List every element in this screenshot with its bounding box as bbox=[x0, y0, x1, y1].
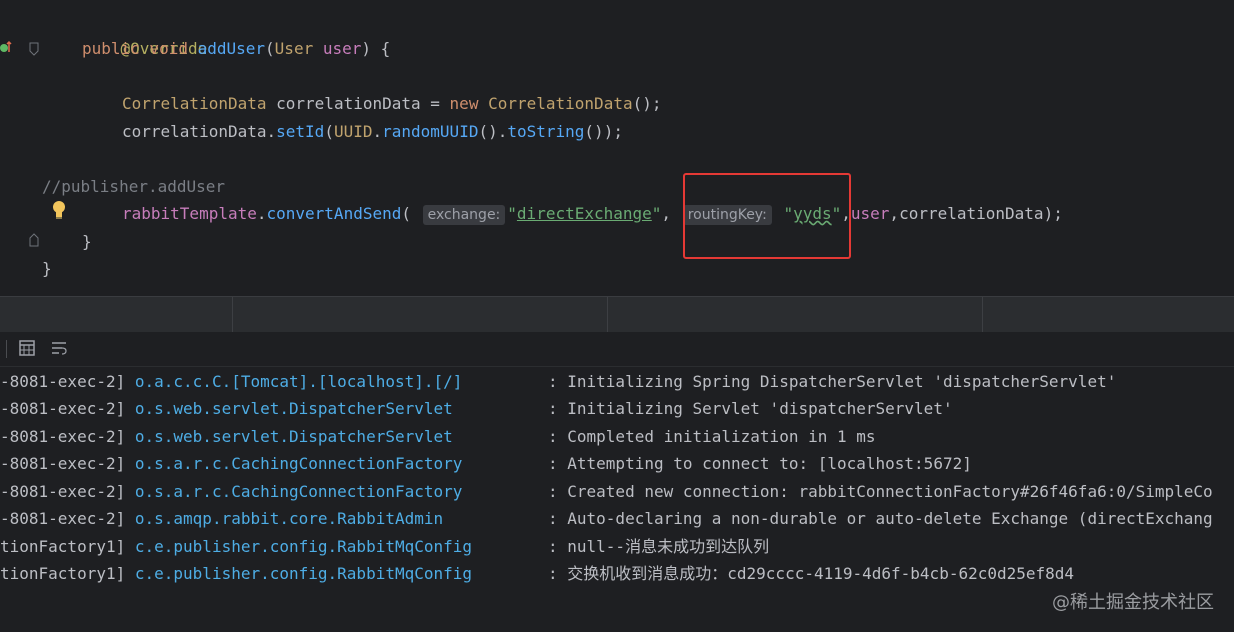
log-line: -8081-exec-2] o.s.web.servlet.Dispatcher… bbox=[0, 423, 876, 450]
log-message: : Initializing Servlet 'dispatcherServle… bbox=[548, 399, 953, 418]
tab-divider bbox=[982, 297, 983, 333]
uuid-class: UUID bbox=[333, 122, 373, 141]
log-line: -8081-exec-2] o.s.a.r.c.CachingConnectio… bbox=[0, 478, 1213, 505]
log-message: : Initializing Spring DispatcherServlet … bbox=[548, 372, 1117, 391]
log-thread: -8081-exec-2] bbox=[0, 454, 126, 473]
code-line-class-close: } bbox=[42, 259, 52, 278]
paren-open: ( bbox=[265, 39, 275, 58]
fold-end-icon[interactable] bbox=[29, 233, 39, 247]
exchange-quote-open: " bbox=[507, 204, 517, 223]
toolbar-divider bbox=[6, 340, 7, 358]
exchange-param-hint: exchange: bbox=[422, 205, 506, 225]
code-line-method-signature: public void addUser(User user) { bbox=[82, 35, 390, 62]
log-logger: o.s.a.r.c.CachingConnectionFactory bbox=[134, 482, 463, 501]
template-var: rabbitTemplate bbox=[122, 204, 257, 223]
code-line-correlation-decl: CorrelationData correlationData = new Co… bbox=[122, 94, 662, 113]
log-line: -8081-exec-2] o.a.c.c.C.[Tomcat].[localh… bbox=[0, 368, 1116, 395]
log-thread: -8081-exec-2] bbox=[0, 372, 126, 391]
log-logger: c.e.publisher.config.RabbitMqConfig bbox=[134, 564, 473, 583]
corr-type: CorrelationData bbox=[122, 94, 267, 113]
log-thread: tionFactory1] bbox=[0, 564, 126, 583]
log-logger: o.s.a.r.c.CachingConnectionFactory bbox=[134, 454, 463, 473]
sig-close: ) { bbox=[361, 39, 391, 58]
code-line-setid: correlationData.setId(UUID.randomUUID().… bbox=[122, 122, 623, 141]
watermark: @稀土掘金技术社区 bbox=[1052, 592, 1214, 613]
send-method: convertAndSend bbox=[266, 204, 402, 223]
code-editor[interactable]: @Override public void addUser(User user)… bbox=[0, 0, 1234, 296]
param-name: user bbox=[322, 39, 362, 58]
tab-divider bbox=[607, 297, 608, 333]
soft-wrap-icon[interactable] bbox=[50, 339, 68, 357]
console-toolbar bbox=[0, 332, 1234, 367]
corr-ctor: CorrelationData bbox=[488, 94, 633, 113]
tostring-method: toString bbox=[507, 122, 585, 141]
code-line-comment: //publisher.addUser bbox=[42, 173, 225, 200]
log-message: : null--消息未成功到达队列 bbox=[548, 537, 770, 556]
log-message: : Auto-declaring a non-durable or auto-d… bbox=[548, 509, 1213, 528]
log-logger: o.s.web.servlet.DispatcherServlet bbox=[134, 427, 453, 446]
fold-icon[interactable] bbox=[29, 42, 39, 56]
log-logger: o.s.web.servlet.DispatcherServlet bbox=[134, 399, 453, 418]
setid-object: correlationData bbox=[122, 122, 267, 141]
log-logger: o.s.amqp.rabbit.core.RabbitAdmin bbox=[134, 509, 444, 528]
exchange-quote-close: " bbox=[651, 204, 662, 223]
new-keyword: new bbox=[449, 94, 479, 113]
run-override-icon[interactable] bbox=[0, 40, 12, 54]
uuid-method: randomUUID bbox=[382, 122, 479, 141]
corr-var: correlationData bbox=[276, 94, 421, 113]
log-line: -8081-exec-2] o.s.amqp.rabbit.core.Rabbi… bbox=[0, 505, 1213, 532]
code-line-convert-and-send: rabbitTemplate.convertAndSend( exchange:… bbox=[122, 204, 1063, 225]
tool-window-tabs[interactable] bbox=[0, 296, 1234, 333]
editor-gutter[interactable] bbox=[0, 0, 39, 296]
setid-method: setId bbox=[276, 122, 325, 141]
log-line: tionFactory1] c.e.publisher.config.Rabbi… bbox=[0, 560, 1074, 587]
log-message: : Created new connection: rabbitConnecti… bbox=[548, 482, 1213, 501]
log-line: tionFactory1] c.e.publisher.config.Rabbi… bbox=[0, 533, 769, 560]
param-type: User bbox=[274, 39, 314, 58]
log-message: : Completed initialization in 1 ms bbox=[548, 427, 876, 446]
log-thread: tionFactory1] bbox=[0, 537, 126, 556]
log-thread: -8081-exec-2] bbox=[0, 427, 126, 446]
log-message: : Attempting to connect to: [localhost:5… bbox=[548, 454, 972, 473]
lightbulb-icon[interactable] bbox=[52, 200, 66, 220]
code-line-method-close: } bbox=[82, 232, 92, 251]
log-line: -8081-exec-2] o.s.a.r.c.CachingConnectio… bbox=[0, 450, 972, 477]
corr-arg: correlationData bbox=[899, 204, 1044, 223]
routing-key-highlight-box bbox=[683, 173, 851, 259]
log-thread: -8081-exec-2] bbox=[0, 509, 126, 528]
log-logger: o.a.c.c.C.[Tomcat].[localhost].[/] bbox=[134, 372, 463, 391]
tab-divider bbox=[232, 297, 233, 333]
log-logger: c.e.publisher.config.RabbitMqConfig bbox=[134, 537, 473, 556]
log-message: : 交换机收到消息成功：cd29cccc-4119-4d6f-b4cb-62c0… bbox=[548, 564, 1075, 583]
comment: //publisher.addUser bbox=[42, 177, 226, 196]
table-view-icon[interactable] bbox=[18, 339, 36, 357]
code-line-annotation: @Override bbox=[82, 8, 208, 58]
exchange-string: directExchange bbox=[516, 204, 652, 223]
log-line: -8081-exec-2] o.s.web.servlet.Dispatcher… bbox=[0, 395, 953, 422]
log-thread: -8081-exec-2] bbox=[0, 399, 126, 418]
method-modifiers: public void bbox=[82, 39, 198, 58]
user-arg: user bbox=[850, 204, 890, 223]
method-name: addUser bbox=[197, 39, 266, 58]
log-thread: -8081-exec-2] bbox=[0, 482, 126, 501]
console-output[interactable]: -8081-exec-2] o.a.c.c.C.[Tomcat].[localh… bbox=[0, 367, 1234, 632]
